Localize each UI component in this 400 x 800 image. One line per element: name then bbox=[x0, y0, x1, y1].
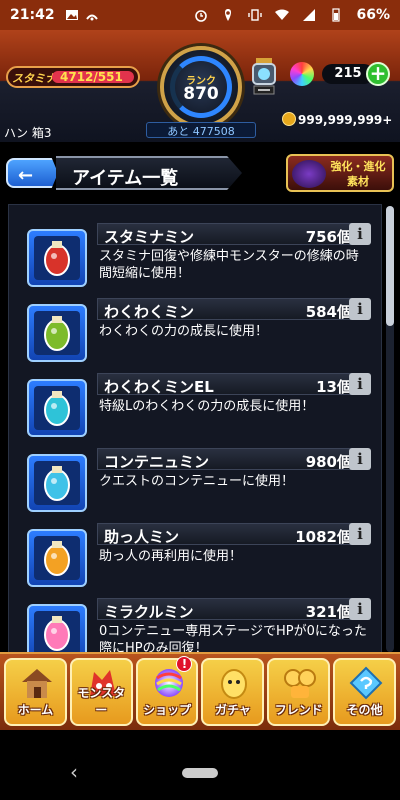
evolve-monster-icon bbox=[292, 160, 326, 188]
item-list[interactable]: スタミナミン 756個 i スタミナ回復や修練中モンスターの修練の時間短縮に使用！ わく… bbox=[8, 204, 382, 654]
lantern-icon[interactable] bbox=[250, 56, 278, 96]
image-icon bbox=[65, 8, 79, 22]
item-info-icon[interactable]: i bbox=[349, 523, 371, 545]
item-name: 助っ人ミン bbox=[104, 528, 180, 546]
system-home-pill[interactable] bbox=[182, 768, 218, 778]
helper-min-figure-icon[interactable] bbox=[27, 529, 87, 587]
stamina-label: スタミナ bbox=[12, 72, 56, 85]
gold-coin-icon bbox=[282, 112, 296, 126]
item-list-scrollbar[interactable] bbox=[386, 206, 394, 652]
alarm-icon bbox=[194, 8, 208, 22]
back-arrow-icon: ← bbox=[18, 165, 34, 186]
gacha-egg-icon bbox=[215, 666, 253, 700]
wakuwaku-min-el-bottle-icon[interactable] bbox=[27, 379, 87, 437]
continue-min-jar-icon[interactable] bbox=[27, 454, 87, 512]
item-name: コンテニュミン bbox=[104, 453, 210, 471]
vibrate-icon bbox=[248, 8, 263, 22]
item-name-bar: わくわくミン 584個 bbox=[97, 298, 357, 321]
system-back-icon[interactable]: ‹ bbox=[70, 760, 78, 784]
system-nav-bar: ‹ bbox=[0, 730, 400, 800]
item-info-icon[interactable]: i bbox=[349, 448, 371, 470]
item-count: 1082個 bbox=[295, 528, 352, 546]
item-name: ミラクルミン bbox=[104, 603, 194, 621]
battery-percent: 66% bbox=[356, 7, 390, 23]
item-name-bar: コンテニュミン 980個 bbox=[97, 448, 357, 471]
page-title-bar: ← アイテム一覧 強化・進化素材 bbox=[0, 148, 400, 196]
status-time: 21:42 bbox=[10, 7, 55, 23]
scrollbar-thumb[interactable] bbox=[386, 206, 394, 326]
shop-notification-badge: ! bbox=[176, 656, 193, 672]
item-row[interactable]: コンテニュミン 980個 i クエストのコンテニューに使用！ bbox=[23, 448, 373, 518]
orb-icon bbox=[290, 62, 314, 86]
evolve-materials-label: 強化・進化素材 bbox=[330, 160, 386, 188]
item-count: 13個 bbox=[316, 378, 352, 396]
nav-monster-label: モンスター bbox=[77, 686, 126, 717]
item-name-bar: ミラクルミン 321個 bbox=[97, 598, 357, 621]
wakuwaku-min-bottle-icon[interactable] bbox=[27, 304, 87, 362]
stamina-gauge[interactable]: スタミナ 4712/551 bbox=[6, 66, 140, 88]
item-description: スタミナ回復や修練中モンスターの修練の時間短縮に使用！ bbox=[99, 249, 359, 281]
item-description: 特級Lのわくわくの力の成長に使用！ bbox=[99, 399, 315, 414]
item-count: 321個 bbox=[305, 603, 352, 621]
location-icon bbox=[221, 8, 235, 22]
evolve-materials-button[interactable]: 強化・進化素材 bbox=[286, 154, 394, 192]
item-row[interactable]: わくわくミン 584個 i わくわくの力の成長に使用！ bbox=[23, 298, 373, 368]
miracle-min-heart-icon[interactable] bbox=[27, 604, 87, 653]
other-diamond-icon bbox=[347, 666, 385, 700]
nav-home-button[interactable]: ホーム bbox=[4, 658, 67, 726]
nav-other-button[interactable]: その他 bbox=[333, 658, 396, 726]
battery-icon bbox=[329, 8, 343, 22]
nav-other-label: その他 bbox=[346, 703, 383, 717]
gold-amount: 999,999,999+ bbox=[298, 113, 393, 127]
page-title: アイテム一覧 bbox=[72, 168, 179, 189]
rank-value: 870 bbox=[183, 84, 219, 104]
nav-gacha-button[interactable]: ガチャ bbox=[201, 658, 265, 726]
item-name-bar: 助っ人ミン 1082個 bbox=[97, 523, 357, 546]
item-count: 584個 bbox=[305, 303, 352, 321]
signal-icon bbox=[302, 8, 316, 22]
page-title-tab: アイテム一覧 bbox=[56, 156, 242, 190]
item-row[interactable]: 助っ人ミン 1082個 i 助っ人の再利用に使用！ bbox=[23, 523, 373, 593]
item-info-icon[interactable]: i bbox=[349, 223, 371, 245]
status-bar: 21:42 66% bbox=[0, 0, 400, 30]
stamina-min-can-icon[interactable] bbox=[27, 229, 87, 287]
item-row[interactable]: スタミナミン 756個 i スタミナ回復や修練中モンスターの修練の時間短縮に使用！ bbox=[23, 223, 373, 293]
item-name-bar: スタミナミン 756個 bbox=[97, 223, 357, 246]
wifi-call-icon bbox=[85, 8, 99, 22]
house-icon bbox=[18, 666, 56, 700]
nav-shop-label: ショップ bbox=[143, 703, 192, 717]
nav-friend-label: フレンド bbox=[274, 703, 323, 717]
item-description: 助っ人の再利用に使用！ bbox=[99, 549, 243, 564]
buy-orb-plus-icon[interactable]: + bbox=[366, 62, 390, 86]
nav-gacha-label: ガチャ bbox=[214, 703, 251, 717]
item-info-icon[interactable]: i bbox=[349, 298, 371, 320]
item-name: わくわくミンEL bbox=[104, 378, 214, 396]
nav-friend-button[interactable]: フレンド bbox=[267, 658, 331, 726]
item-name-bar: わくわくミンEL 13個 bbox=[97, 373, 357, 396]
nav-shop-button[interactable]: ! ショップ bbox=[135, 656, 199, 726]
item-count: 980個 bbox=[305, 453, 352, 471]
bottom-nav: ホーム モンスター ! ショップ ガチャ フレンド その他 bbox=[0, 652, 400, 730]
stamina-value: 4712/551 bbox=[60, 70, 123, 84]
player-name: ハン 箱3 bbox=[4, 126, 52, 140]
item-name: スタミナミン bbox=[104, 228, 195, 246]
item-description: 0コンテニュー専用ステージでHPが0になった際にHPのみ回復！ bbox=[99, 624, 367, 654]
item-info-icon[interactable]: i bbox=[349, 373, 371, 395]
item-info-icon[interactable]: i bbox=[349, 598, 371, 620]
back-button[interactable]: ← bbox=[6, 158, 58, 188]
friends-balloon-icon bbox=[281, 666, 319, 700]
nav-home-label: ホーム bbox=[17, 703, 54, 717]
item-row[interactable]: ミラクルミン 321個 i 0コンテニュー専用ステージでHPが0になった際にHPのみ回… bbox=[23, 598, 373, 654]
nav-monster-button[interactable]: モンスター bbox=[69, 658, 133, 726]
item-row[interactable]: わくわくミンEL 13個 i 特級Lのわくわくの力の成長に使用！ bbox=[23, 373, 373, 443]
item-description: クエストのコンテニューに使用！ bbox=[99, 474, 295, 489]
item-count: 756個 bbox=[305, 228, 352, 246]
item-description: わくわくの力の成長に使用！ bbox=[99, 324, 269, 339]
next-rank-exp: あと 477508 bbox=[146, 122, 256, 138]
wifi-icon bbox=[275, 8, 290, 22]
rank-badge[interactable]: ランク 870 bbox=[160, 46, 242, 128]
game-header: スタミナ 4712/551 ランク 870 あと 477508 215 + 99… bbox=[0, 30, 400, 142]
item-name: わくわくミン bbox=[104, 303, 195, 321]
